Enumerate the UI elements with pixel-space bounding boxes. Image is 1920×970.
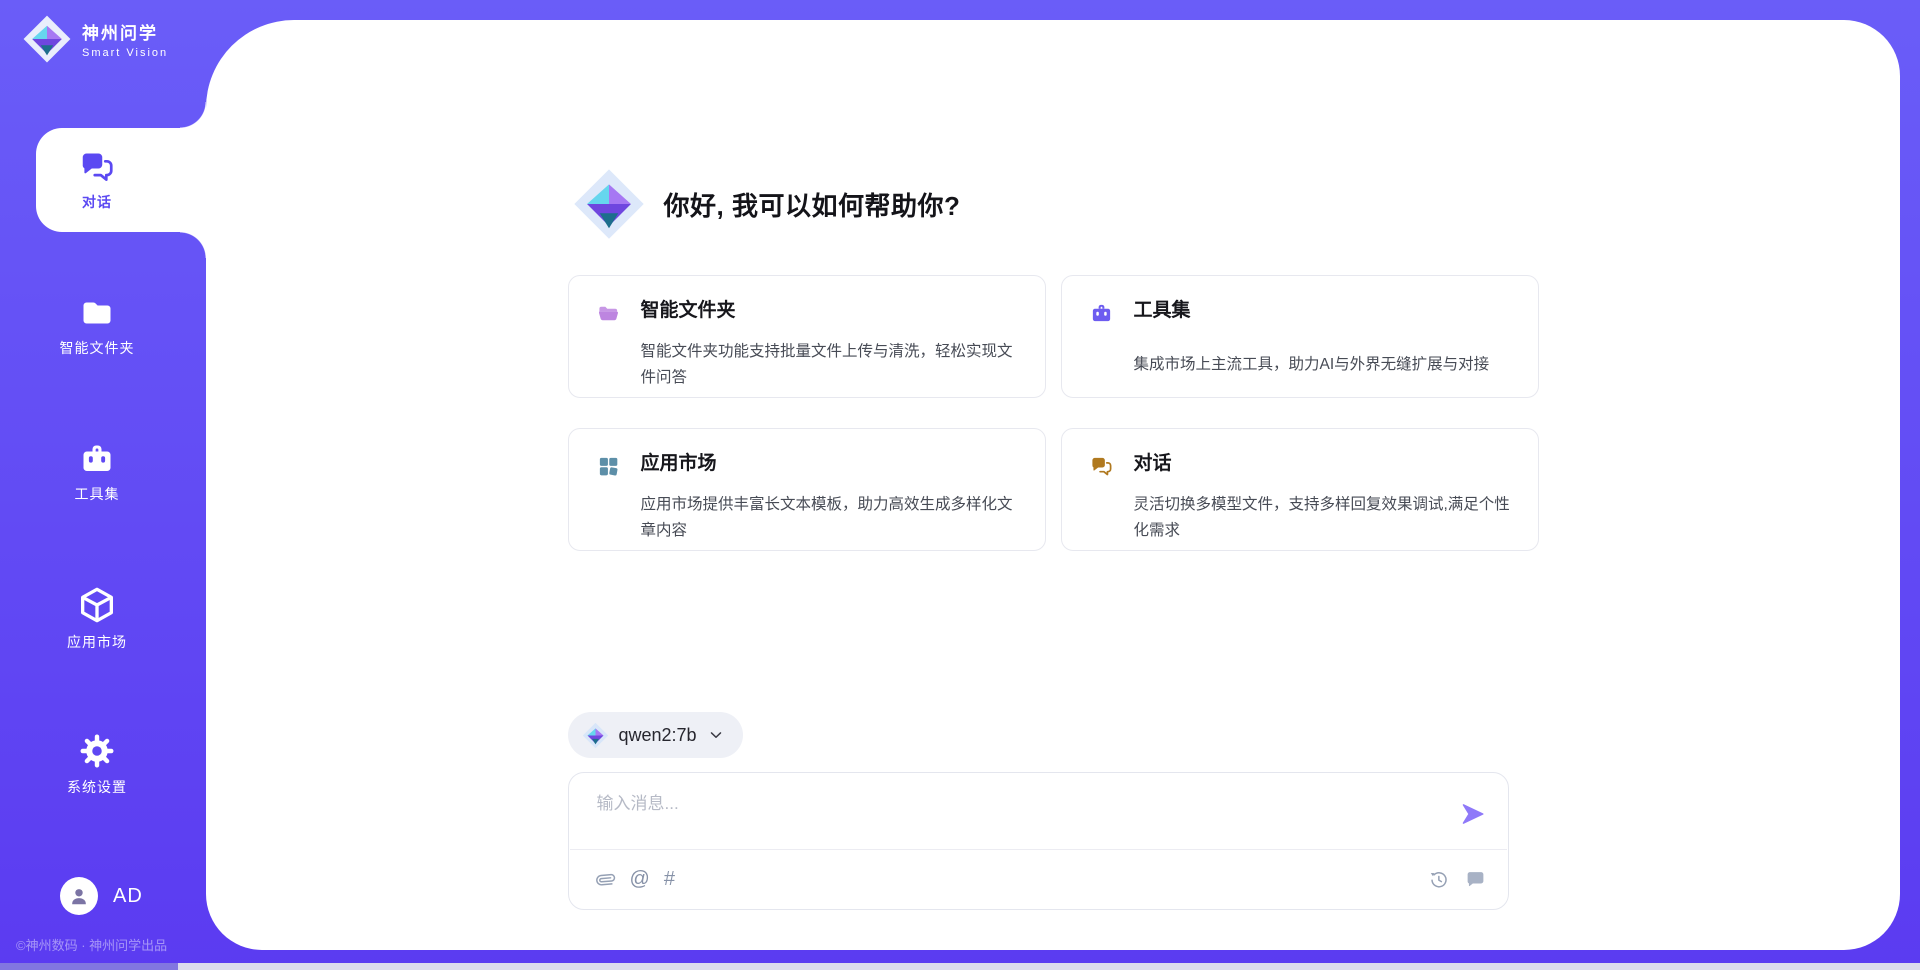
sidebar-item-app-market[interactable]: 应用市场 bbox=[36, 566, 206, 670]
card-description: 智能文件夹功能支持批量文件上传与清洗，轻松实现文件问答 bbox=[641, 339, 1019, 397]
model-logo-diamond-icon bbox=[582, 722, 609, 749]
chat-icon bbox=[79, 149, 115, 185]
brand: 神州问学 Smart Vision bbox=[22, 14, 168, 64]
sidebar-item-toolset[interactable]: 工具集 bbox=[36, 420, 206, 524]
card-chat[interactable]: 对话 灵活切换多模型文件，支持多样回复效果调试,满足个性化需求 bbox=[1061, 428, 1539, 551]
active-tab-fillet-bottom bbox=[180, 232, 206, 258]
chat-icon bbox=[1090, 455, 1113, 478]
folder-open-icon bbox=[597, 302, 620, 325]
brand-subtitle: Smart Vision bbox=[82, 47, 168, 59]
feature-cards: 智能文件夹 智能文件夹功能支持批量文件上传与清洗，轻松实现文件问答 工具集 集成… bbox=[568, 275, 1539, 551]
message-composer: @ # bbox=[568, 772, 1509, 910]
user-profile[interactable]: AD bbox=[60, 877, 143, 915]
message-input[interactable] bbox=[595, 787, 1460, 843]
card-smart-folder[interactable]: 智能文件夹 智能文件夹功能支持批量文件上传与清洗，轻松实现文件问答 bbox=[568, 275, 1046, 398]
briefcase-icon bbox=[1090, 302, 1113, 325]
main-panel: 你好, 我可以如何帮助你? 智能文件夹 智能文件夹功能支持批量文件上传与清洗，轻… bbox=[206, 20, 1900, 950]
attachment-paperclip-icon[interactable] bbox=[595, 869, 616, 890]
card-title: 智能文件夹 bbox=[641, 300, 1019, 331]
history-icon[interactable] bbox=[1428, 869, 1449, 890]
user-name: AD bbox=[113, 885, 143, 908]
sidebar-item-label: 系统设置 bbox=[67, 777, 127, 797]
send-icon[interactable] bbox=[1460, 801, 1486, 827]
gear-icon bbox=[78, 732, 116, 770]
horizontal-scrollbar-thumb[interactable] bbox=[0, 963, 178, 970]
sidebar-item-settings[interactable]: 系统设置 bbox=[36, 712, 206, 816]
greeting: 你好, 我可以如何帮助你? bbox=[568, 167, 1539, 241]
card-toolset[interactable]: 工具集 集成市场上主流工具，助力AI与外界无缝扩展与对接 bbox=[1061, 275, 1539, 398]
sidebar-item-label: 对话 bbox=[82, 192, 112, 212]
sidebar-item-label: 智能文件夹 bbox=[60, 338, 135, 358]
avatar bbox=[60, 877, 98, 915]
copyright-footer: ©神州数码 · 神州问学出品 bbox=[16, 935, 167, 954]
card-app-market[interactable]: 应用市场 应用市场提供丰富长文本模板，助力高效生成多样化文章内容 bbox=[568, 428, 1046, 551]
briefcase-icon bbox=[79, 441, 115, 477]
model-selector[interactable]: qwen2:7b bbox=[568, 712, 743, 758]
assistant-logo-diamond-icon bbox=[572, 167, 646, 241]
sidebar-item-label: 工具集 bbox=[75, 484, 120, 504]
active-tab-fillet-top bbox=[180, 102, 206, 128]
card-title: 工具集 bbox=[1134, 300, 1512, 344]
blocks-icon bbox=[597, 455, 620, 478]
brand-logo-diamond-icon bbox=[22, 14, 72, 64]
sidebar-item-label: 应用市场 bbox=[67, 632, 127, 652]
card-description: 集成市场上主流工具，助力AI与外界无缝扩展与对接 bbox=[1134, 352, 1512, 397]
mention-at-icon[interactable]: @ bbox=[630, 869, 650, 890]
model-name: qwen2:7b bbox=[619, 725, 697, 746]
card-description: 灵活切换多模型文件，支持多样回复效果调试,满足个性化需求 bbox=[1134, 492, 1512, 550]
sidebar-item-smart-folder[interactable]: 智能文件夹 bbox=[36, 274, 206, 378]
chat-bubble-icon[interactable] bbox=[1465, 869, 1486, 890]
brand-title: 神州问学 bbox=[82, 19, 168, 44]
card-title: 应用市场 bbox=[641, 453, 1019, 484]
cube-icon bbox=[77, 585, 117, 625]
topic-hash-icon[interactable]: # bbox=[664, 869, 675, 890]
folder-icon bbox=[79, 295, 115, 331]
card-title: 对话 bbox=[1134, 453, 1512, 484]
chevron-down-icon bbox=[707, 726, 725, 744]
greeting-title: 你好, 我可以如何帮助你? bbox=[664, 186, 961, 223]
sidebar: 神州问学 Smart Vision 对话 智能文件夹 bbox=[0, 0, 206, 970]
horizontal-scrollbar[interactable] bbox=[0, 963, 1920, 970]
card-description: 应用市场提供丰富长文本模板，助力高效生成多样化文章内容 bbox=[641, 492, 1019, 550]
sidebar-item-chat[interactable]: 对话 bbox=[36, 128, 206, 232]
